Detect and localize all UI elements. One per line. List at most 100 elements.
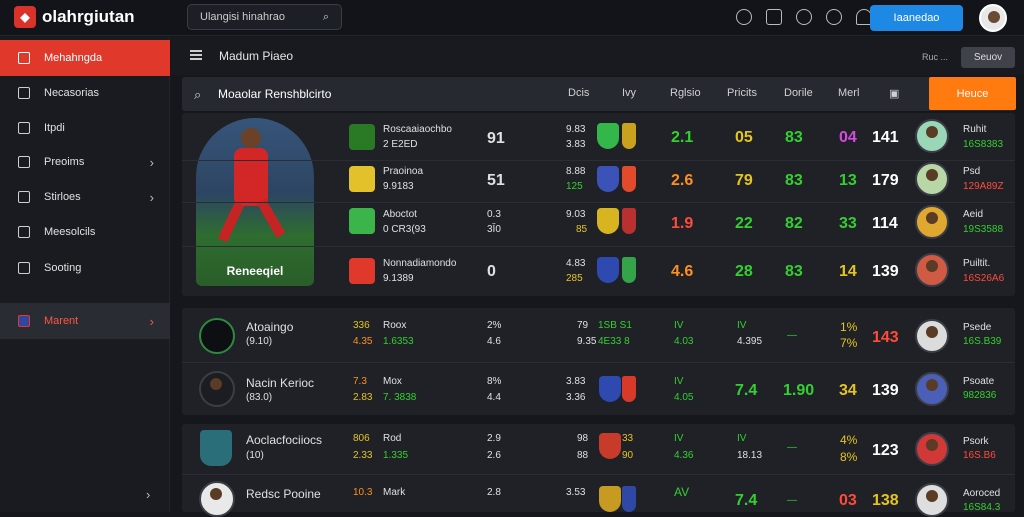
sidebar-item-1[interactable]: Necasorias bbox=[0, 75, 170, 111]
player-head bbox=[241, 128, 261, 148]
team-logo-icon bbox=[349, 124, 375, 150]
row-stat: AV bbox=[674, 485, 690, 499]
row-value: 83 bbox=[785, 129, 803, 146]
sub-button[interactable]: Seuov bbox=[961, 47, 1015, 68]
sidebar-item-6[interactable]: Sooting bbox=[0, 250, 170, 286]
chat-icon bbox=[18, 191, 30, 203]
sidebar-item-label: Preoims bbox=[44, 156, 85, 168]
top-icons bbox=[736, 9, 872, 25]
row-value: 2.1 bbox=[671, 129, 694, 146]
search-icon[interactable] bbox=[826, 9, 842, 25]
row-stat: 3.36 bbox=[566, 392, 586, 403]
row-value: 139 bbox=[872, 263, 899, 280]
club-crest-icon bbox=[622, 123, 636, 149]
player-leg bbox=[256, 198, 286, 238]
message-icon[interactable] bbox=[766, 9, 782, 25]
col-header[interactable]: Pricits bbox=[727, 87, 757, 99]
avatar[interactable] bbox=[915, 432, 949, 466]
player-name: Aeid bbox=[963, 209, 984, 220]
row-name: Roscaaiaochbo bbox=[383, 124, 452, 135]
sub-title: Madum Piaeo bbox=[219, 49, 294, 63]
settings-icon bbox=[18, 262, 30, 274]
sidebar-item-label: Necasorias bbox=[44, 87, 100, 99]
row-value: 13 bbox=[839, 172, 857, 189]
divider bbox=[182, 246, 1015, 247]
row-stat: 1SB S1 bbox=[598, 320, 632, 331]
club-crest-icon bbox=[200, 430, 232, 466]
search-icon[interactable] bbox=[736, 9, 752, 25]
row-value: 33 bbox=[839, 215, 857, 232]
shield-icon[interactable] bbox=[796, 9, 812, 25]
row-stat: 3.53 bbox=[566, 487, 586, 498]
player-value: 19S3588 bbox=[963, 224, 1004, 235]
chevron-right-icon: › bbox=[149, 313, 154, 329]
home-icon bbox=[18, 52, 30, 64]
row-value: 04 bbox=[839, 129, 857, 146]
cta-button[interactable]: Iaanedao bbox=[870, 5, 963, 31]
row-stat: 2.6 bbox=[487, 450, 501, 461]
avatar[interactable] bbox=[915, 205, 949, 239]
sidebar-item-3[interactable]: Preoims › bbox=[0, 144, 170, 180]
divider bbox=[182, 362, 1015, 363]
tv-icon bbox=[18, 226, 30, 238]
sidebar-item-label: Marent bbox=[44, 315, 79, 327]
player-name: Psoate bbox=[963, 376, 995, 387]
row-stat: 2.83 bbox=[353, 392, 373, 403]
avatar[interactable] bbox=[915, 253, 949, 287]
row-stat: 4.395 bbox=[737, 336, 763, 347]
player-name: Aoroced bbox=[963, 488, 1001, 499]
menu-icon[interactable] bbox=[190, 50, 202, 60]
chevron-right-icon[interactable]: › bbox=[146, 487, 153, 502]
row-value: 28 bbox=[735, 263, 753, 280]
user-avatar[interactable] bbox=[979, 4, 1007, 32]
row-value: 83 bbox=[785, 263, 803, 280]
row-stat: 9.83 bbox=[566, 124, 586, 135]
sidebar-item-label: Meesolcils bbox=[44, 226, 96, 238]
team-logo-icon bbox=[199, 318, 235, 354]
row-stat: 79 bbox=[577, 320, 589, 331]
col-header[interactable]: Dorile bbox=[784, 87, 813, 99]
player-value: 16S8383 bbox=[963, 139, 1004, 150]
table-title: Moaolar Renshblcirto bbox=[218, 87, 332, 101]
row-stat: 1% bbox=[840, 320, 858, 334]
row-stat: 88 bbox=[577, 450, 589, 461]
club-crest-icon bbox=[622, 166, 636, 192]
row-value: 1.9 bbox=[671, 215, 694, 232]
app-name: olahrgiutan bbox=[42, 7, 135, 26]
row-value: 138 bbox=[872, 492, 899, 509]
sidebar-item-5[interactable]: Meesolcils bbox=[0, 214, 170, 250]
sidebar-item-label: Stirloes bbox=[44, 191, 81, 203]
row-name: Nacin Kerioc bbox=[246, 376, 315, 390]
sidebar-item-4[interactable]: Stirloes › bbox=[0, 179, 170, 215]
col-header[interactable]: Rglsio bbox=[670, 87, 701, 99]
row-stat: 90 bbox=[622, 450, 634, 461]
search-input[interactable]: Ulangisi hinahrao ⌕ bbox=[187, 4, 342, 30]
row-value: 14 bbox=[839, 263, 857, 280]
col-header[interactable]: Dcis bbox=[568, 87, 589, 99]
col-header[interactable]: Merl bbox=[838, 87, 859, 99]
avatar[interactable] bbox=[915, 162, 949, 196]
club-crest-icon bbox=[622, 208, 636, 234]
divider bbox=[182, 474, 1015, 475]
row-stat: 9.35 bbox=[577, 336, 597, 347]
avatar[interactable] bbox=[915, 119, 949, 153]
club-crest-icon bbox=[622, 486, 636, 512]
row-stat: 4.05 bbox=[674, 392, 694, 403]
row-stat: 10.3 bbox=[353, 487, 373, 498]
row-sub: 9.9183 bbox=[383, 181, 414, 192]
logo[interactable]: ◆ olahrgiutan bbox=[14, 6, 135, 28]
avatar[interactable] bbox=[915, 372, 949, 406]
sidebar-item-7[interactable]: Marent › bbox=[0, 303, 170, 339]
row-stat: 8% bbox=[840, 450, 858, 464]
row-stat: IV bbox=[674, 433, 684, 444]
sidebar-item-2[interactable]: Itpdi bbox=[0, 110, 170, 146]
avatar[interactable] bbox=[915, 319, 949, 353]
action-button[interactable]: Heuce bbox=[929, 77, 1016, 110]
club-crest-icon bbox=[597, 257, 619, 283]
row-stat: 98 bbox=[577, 433, 589, 444]
col-header[interactable]: Ivy bbox=[622, 87, 636, 99]
row-pos: 0.3 bbox=[487, 209, 501, 220]
sidebar-item-0[interactable]: Mehahngda bbox=[0, 40, 170, 76]
row-stat: 1.335 bbox=[383, 450, 409, 461]
row-value: 03 bbox=[839, 492, 857, 509]
